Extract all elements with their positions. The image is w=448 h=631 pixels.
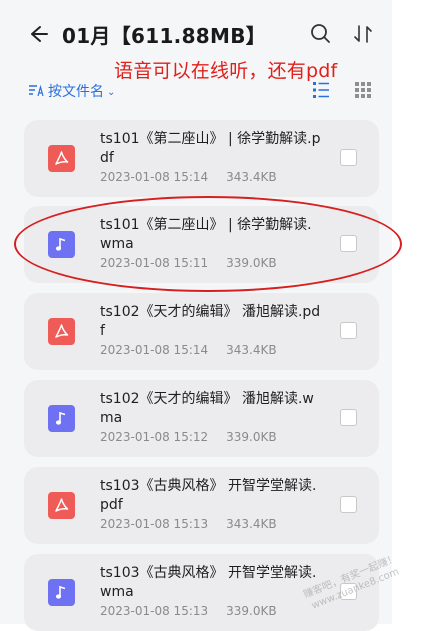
music-file-icon — [48, 579, 75, 606]
search-icon — [311, 24, 330, 43]
sort-button[interactable] — [350, 20, 378, 48]
file-name: ts102《天才的编辑》 潘旭解读.pdf — [100, 304, 321, 339]
search-button[interactable] — [307, 20, 335, 48]
chevron-down-icon: ⌄ — [107, 86, 116, 98]
sort-by-name-dropdown[interactable]: 按文件名 ⌄ — [28, 80, 115, 102]
pdf-file-icon — [48, 492, 75, 519]
arrow-left-icon — [31, 26, 48, 42]
file-date: 2023-01-08 15:12 — [100, 430, 209, 444]
file-list-item[interactable]: ts102《天才的编辑》 潘旭解读.wma 2023-01-08 15:12 33… — [24, 380, 379, 457]
select-checkbox[interactable] — [340, 409, 357, 426]
grid-view-button[interactable] — [352, 79, 374, 101]
file-size: 339.0KB — [226, 430, 277, 444]
highlight-oval — [14, 196, 402, 292]
file-size: 343.4KB — [226, 343, 277, 357]
file-date: 2023-01-08 15:13 — [100, 517, 209, 531]
file-size: 343.4KB — [226, 517, 277, 531]
pdf-file-icon — [48, 145, 75, 172]
file-browser-panel: 01月【611.88MB】 按文件名 ⌄ ts101《第二座山》 | 徐学勤解读… — [0, 0, 392, 631]
select-checkbox[interactable] — [340, 149, 357, 166]
file-name: ts101《第二座山》 | 徐学勤解读.pdf — [100, 131, 321, 166]
file-date: 2023-01-08 15:13 — [100, 604, 209, 618]
file-meta: 2023-01-08 15:14 343.4KB — [100, 343, 277, 357]
file-date: 2023-01-08 15:14 — [100, 170, 209, 184]
page-title: 01月【611.88MB】 — [62, 24, 267, 48]
pdf-file-icon — [48, 318, 75, 345]
sort-icon — [354, 25, 372, 43]
file-list-item[interactable]: ts101《第二座山》 | 徐学勤解读.pdf 2023-01-08 15:14… — [24, 120, 379, 197]
file-meta: 2023-01-08 15:13 339.0KB — [100, 604, 277, 618]
file-name: ts103《古典风格》 开智学堂解读.pdf — [100, 478, 317, 513]
file-date: 2023-01-08 15:14 — [100, 343, 209, 357]
select-checkbox[interactable] — [340, 322, 357, 339]
file-name: ts102《天才的编辑》 潘旭解读.wma — [100, 391, 314, 426]
select-checkbox[interactable] — [340, 496, 357, 513]
file-meta: 2023-01-08 15:12 339.0KB — [100, 430, 277, 444]
file-meta: 2023-01-08 15:13 343.4KB — [100, 517, 277, 531]
file-meta: 2023-01-08 15:14 343.4KB — [100, 170, 277, 184]
file-name: ts103《古典风格》 开智学堂解读.wma — [100, 565, 317, 600]
file-size: 343.4KB — [226, 170, 277, 184]
file-list-item[interactable]: ts103《古典风格》 开智学堂解读.pdf 2023-01-08 15:13 3… — [24, 467, 379, 544]
sort-label: 按文件名 — [48, 84, 104, 100]
annotation-text: 语音可以在线听，还有pdf — [114, 60, 338, 82]
file-list-item[interactable]: ts102《天才的编辑》 潘旭解读.pdf 2023-01-08 15:14 34… — [24, 293, 379, 370]
sort-lines-icon — [29, 84, 44, 97]
file-size: 339.0KB — [226, 604, 277, 618]
music-file-icon — [48, 405, 75, 432]
back-button[interactable] — [26, 20, 54, 48]
grid-view-icon — [355, 82, 371, 98]
